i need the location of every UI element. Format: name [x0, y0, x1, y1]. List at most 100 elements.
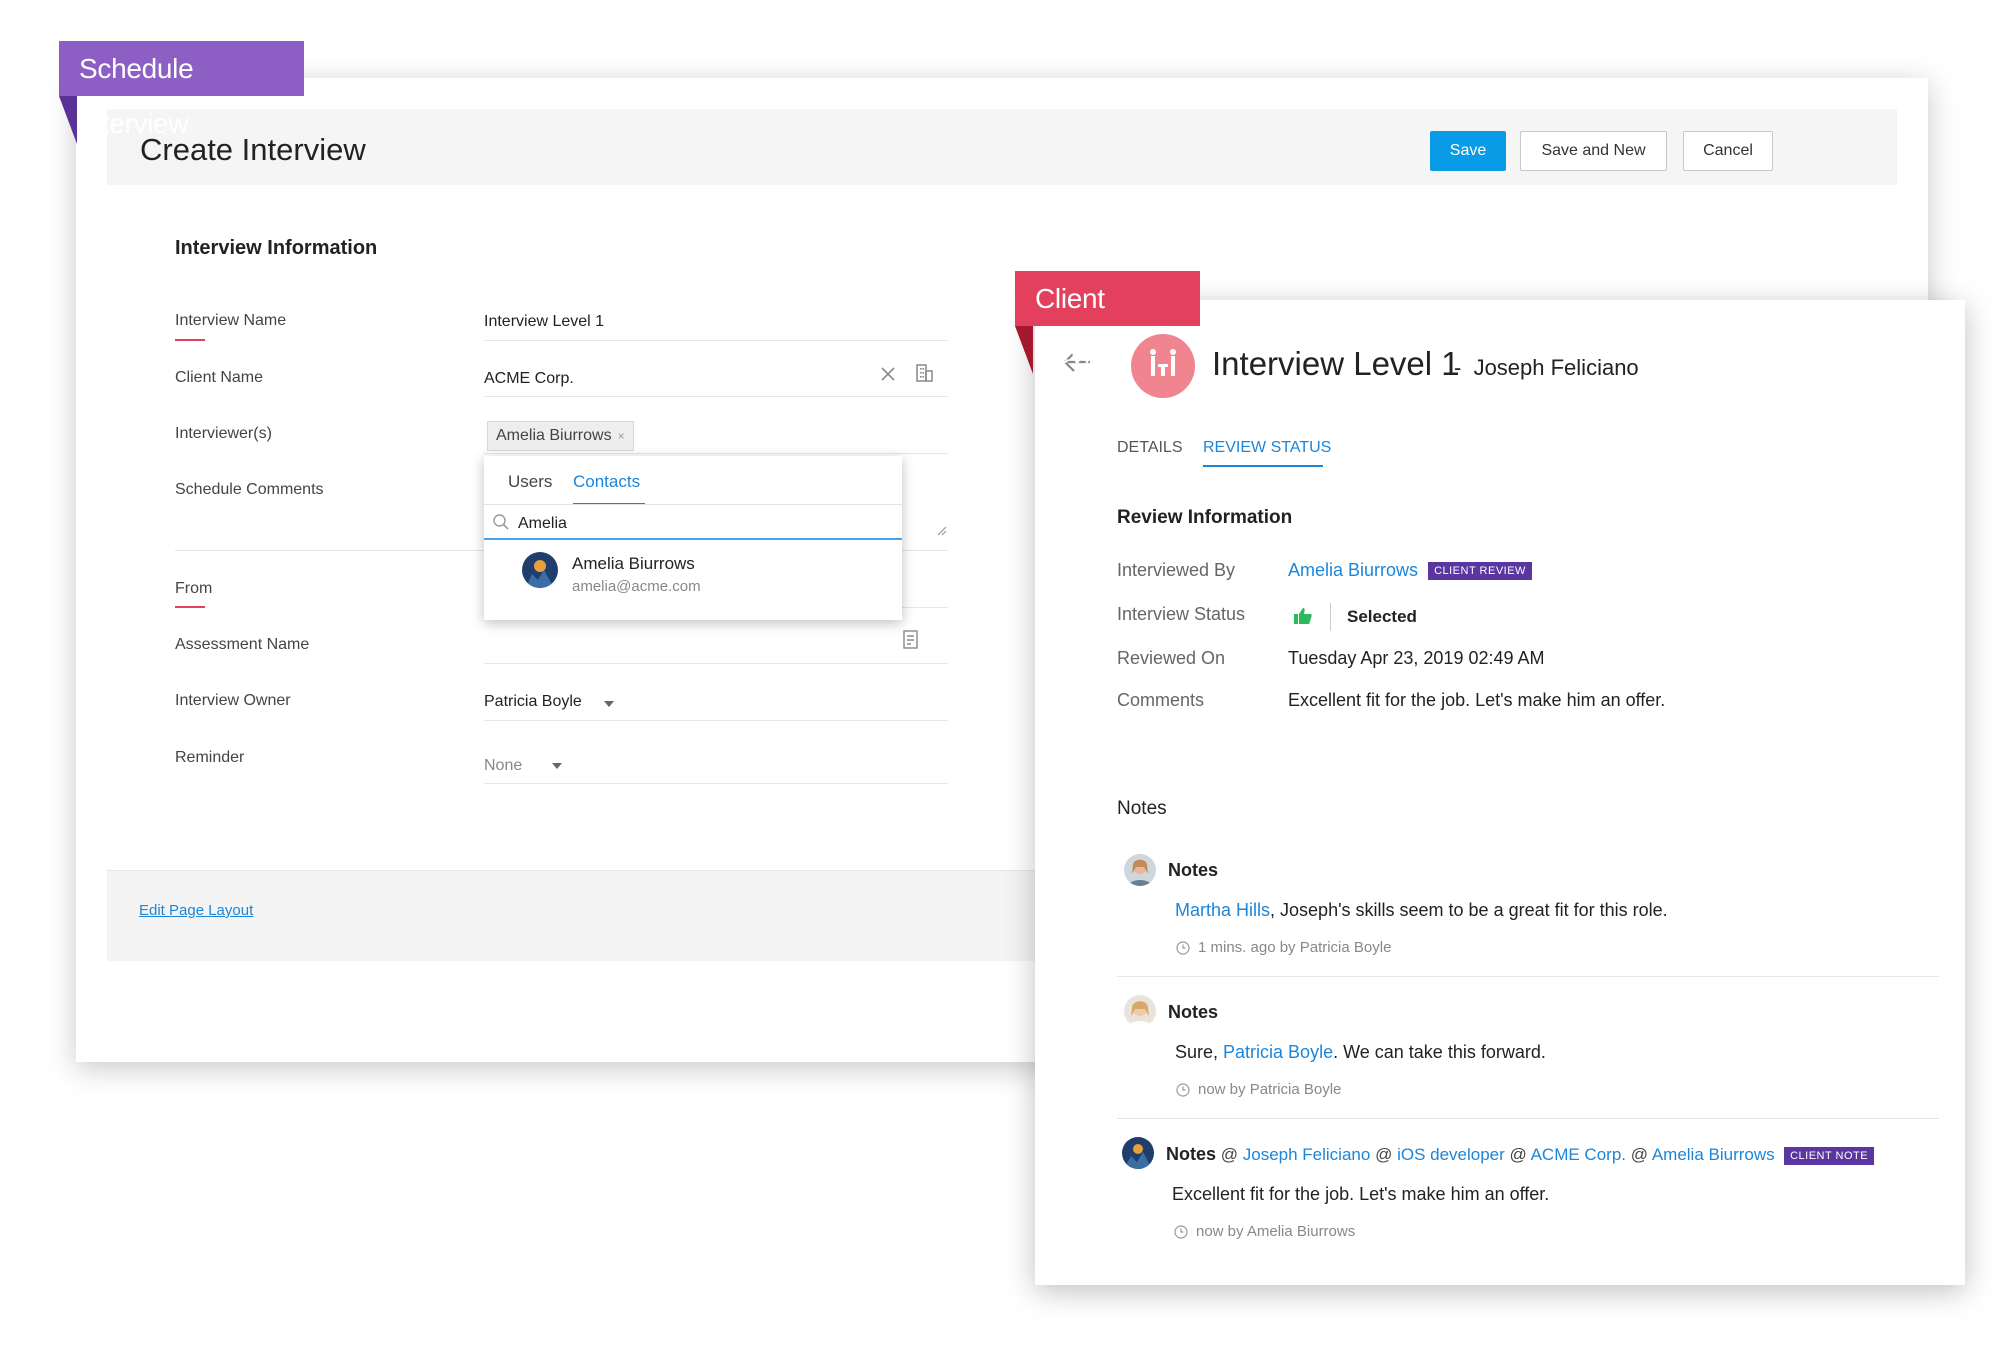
- building-icon[interactable]: [914, 363, 934, 383]
- note-body: Excellent fit for the job. Let's make hi…: [1172, 1184, 1550, 1204]
- review-section-title: Review Information: [1117, 507, 1293, 528]
- field-underline: [484, 340, 948, 341]
- interviewed-by-label: Interviewed By: [1117, 560, 1236, 580]
- resize-icon[interactable]: [935, 524, 947, 536]
- note-meta: 1 mins. ago by Patricia Boyle: [1198, 939, 1392, 956]
- reminder-label: Reminder: [175, 749, 245, 766]
- interview-icon: [1131, 334, 1195, 398]
- title-separator: -: [1454, 355, 1462, 380]
- at-sign: @: [1220, 1145, 1239, 1164]
- client-name-label: Client Name: [175, 369, 264, 386]
- note-prefix: Sure,: [1175, 1042, 1224, 1062]
- avatar: [1124, 995, 1156, 1027]
- at-sign: @: [1509, 1145, 1527, 1164]
- comments-label: Comments: [1117, 690, 1205, 710]
- tag-contact[interactable]: Amelia Biurrows: [1652, 1145, 1775, 1164]
- status-divider: [1330, 603, 1331, 631]
- interviewer-dropdown: Users Contacts Amelia Amelia Biurrows am…: [484, 456, 902, 620]
- clock-icon: [1176, 1083, 1190, 1097]
- client-review-ribbon: Client Review: [1015, 271, 1200, 369]
- review-title: Interview Level 1: [1212, 345, 1460, 382]
- tab-contacts[interactable]: Contacts: [573, 472, 640, 492]
- thumbs-up-icon: [1294, 608, 1312, 624]
- reviewed-on-label: Reviewed On: [1117, 648, 1226, 668]
- note-title: Notes: [1166, 1144, 1217, 1164]
- at-sign: @: [1630, 1145, 1649, 1164]
- note-title: Notes: [1168, 860, 1219, 880]
- clock-icon: [1174, 1225, 1188, 1239]
- mention-link[interactable]: Patricia Boyle: [1223, 1042, 1333, 1062]
- candidate-name: Joseph Feliciano: [1473, 355, 1639, 380]
- save-and-new-button[interactable]: Save and New: [1520, 131, 1667, 171]
- schedule-comments-label: Schedule Comments: [175, 481, 324, 498]
- active-tab-indicator: [1203, 465, 1323, 467]
- interviewer-chip[interactable]: Amelia Biurrows ×: [487, 421, 634, 451]
- result-name[interactable]: Amelia Biurrows: [572, 554, 695, 574]
- note-divider: [1117, 976, 1939, 977]
- search-icon: [493, 514, 509, 530]
- interviewer-link[interactable]: Amelia Biurrows: [1288, 560, 1418, 580]
- interview-owner-label: Interview Owner: [175, 692, 291, 709]
- tab-users[interactable]: Users: [508, 472, 552, 492]
- section-title: Interview Information: [175, 237, 378, 259]
- comments-value: Excellent fit for the job. Let's make hi…: [1288, 690, 1666, 710]
- document-icon[interactable]: [902, 630, 920, 650]
- client-note-badge: CLIENT NOTE: [1784, 1146, 1875, 1165]
- client-name-field[interactable]: ACME Corp.: [484, 370, 574, 388]
- interview-status-value: Selected: [1347, 607, 1417, 626]
- avatar: [1122, 1137, 1154, 1169]
- tag-candidate[interactable]: Joseph Feliciano: [1243, 1145, 1371, 1164]
- interview-owner-select[interactable]: Patricia Boyle: [484, 693, 582, 711]
- note-header: Notes @ Joseph Feliciano @ iOS developer…: [1166, 1144, 1875, 1165]
- client-review-badge: CLIENT REVIEW: [1428, 562, 1532, 581]
- chip-remove-icon[interactable]: ×: [618, 429, 625, 443]
- reminder-select[interactable]: None: [484, 757, 522, 775]
- note-body: Martha Hills, Joseph's skills seem to be…: [1175, 900, 1668, 921]
- from-label: From: [175, 580, 213, 597]
- clock-icon: [1176, 941, 1190, 955]
- form-footer: [107, 870, 1117, 961]
- field-underline: [484, 720, 948, 721]
- interviewed-by-value: Amelia Biurrows CLIENT REVIEW: [1288, 560, 1532, 581]
- note-text: . We can take this forward.: [1333, 1042, 1546, 1062]
- mention-link[interactable]: Martha Hills: [1175, 900, 1270, 920]
- at-sign: @: [1375, 1145, 1393, 1164]
- required-marker: [175, 606, 205, 608]
- notes-heading: Notes: [1117, 798, 1167, 819]
- note-meta: now by Amelia Biurrows: [1196, 1223, 1356, 1240]
- search-input[interactable]: Amelia: [518, 515, 567, 533]
- ribbon-fold: [59, 96, 77, 144]
- review-candidate: - Joseph Feliciano: [1454, 355, 1639, 381]
- interviewer-chip-label: Amelia Biurrows: [496, 427, 612, 444]
- save-button[interactable]: Save: [1430, 131, 1506, 171]
- interview-name-field[interactable]: Interview Level 1: [484, 313, 604, 331]
- avatar: [522, 552, 558, 588]
- chevron-down-icon[interactable]: [604, 701, 614, 707]
- dropdown-search-box[interactable]: Amelia: [484, 504, 902, 540]
- tag-client[interactable]: ACME Corp.: [1531, 1145, 1626, 1164]
- field-underline: [484, 396, 948, 397]
- required-marker: [175, 339, 205, 341]
- reviewed-on-value: Tuesday Apr 23, 2019 02:49 AM: [1288, 648, 1545, 668]
- cancel-button[interactable]: Cancel: [1683, 131, 1773, 171]
- interview-name-label: Interview Name: [175, 312, 287, 329]
- note-divider: [1117, 1118, 1939, 1119]
- interviewers-label: Interviewer(s): [175, 425, 272, 442]
- result-email: amelia@acme.com: [572, 578, 701, 595]
- field-underline: [484, 453, 948, 454]
- assessment-name-label: Assessment Name: [175, 636, 310, 653]
- close-icon[interactable]: [880, 366, 896, 382]
- ribbon-fold: [1015, 326, 1033, 374]
- note-text: , Joseph's skills seem to be a great fit…: [1270, 900, 1668, 920]
- edit-page-layout-link[interactable]: Edit Page Layout: [139, 902, 253, 919]
- note-title: Notes: [1168, 1002, 1219, 1022]
- tab-details[interactable]: DETAILS: [1117, 439, 1183, 457]
- field-underline: [484, 783, 948, 784]
- note-meta: now by Patricia Boyle: [1198, 1081, 1342, 1098]
- schedule-interview-ribbon: Schedule Interview: [59, 41, 304, 139]
- chevron-down-icon[interactable]: [552, 763, 562, 769]
- tab-review-status[interactable]: REVIEW STATUS: [1203, 439, 1331, 457]
- tag-job[interactable]: iOS developer: [1397, 1145, 1505, 1164]
- avatar: [1124, 854, 1156, 886]
- interview-status-label: Interview Status: [1117, 604, 1246, 624]
